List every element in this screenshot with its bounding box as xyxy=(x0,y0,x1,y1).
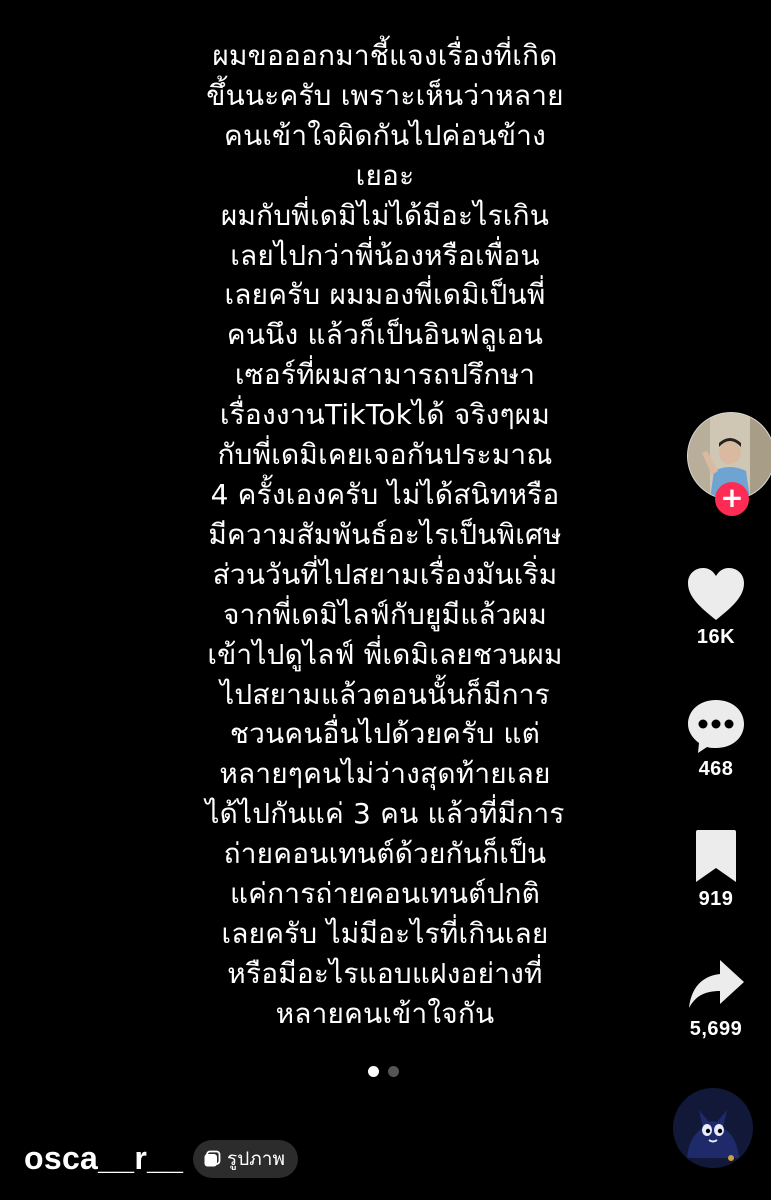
music-disc[interactable] xyxy=(673,1088,753,1168)
caption-line: ชวนคนอื่นไปด้วยครับ แต่ xyxy=(229,717,541,751)
like-count: 16K xyxy=(696,626,736,648)
caption-line: เลยไปกว่าพี่น้องหรือเพื่อน xyxy=(230,238,540,272)
caption-line: เรื่องงานTikTokได้ จริงๆผม xyxy=(219,398,551,432)
post-caption: ผมขอออกมาชี้แจงเรื่องที่เกิดขึ้นนะครับ เ… xyxy=(150,36,620,1034)
share-button[interactable]: 5,699 xyxy=(661,958,771,1041)
caption-line: หลายคนเข้าใจกัน xyxy=(275,996,495,1030)
comment-count: 468 xyxy=(698,758,734,780)
photo-chip-label: รูปภาพ xyxy=(227,1148,285,1170)
share-count: 5,699 xyxy=(689,1018,743,1040)
heart-icon xyxy=(688,568,744,620)
bookmark-count: 919 xyxy=(698,888,734,910)
caption-line: กับพี่เดมิเคยเจอกันประมาณ xyxy=(217,438,553,472)
comment-button[interactable]: 468 xyxy=(661,698,771,781)
carousel-dot-active[interactable] xyxy=(368,1066,379,1077)
caption-line: เข้าไปดูไลฟ์ พี่เดมิเลยชวนผม xyxy=(207,637,563,671)
caption-line: 4 ครั้งเองครับ ไม่ได้สนิทหรือ xyxy=(210,477,560,511)
caption-line: แค่การถ่ายคอนเทนต์ปกติ xyxy=(229,877,541,911)
action-rail: + 16K 468 919 5,699 xyxy=(661,0,771,1200)
caption-line: เซอร์ที่ผมสามารถปรึกษา xyxy=(234,358,536,392)
share-icon xyxy=(689,960,744,1008)
caption-line: ถ่ายคอนเทนต์ด้วยกันก็เป็น xyxy=(223,837,547,871)
photo-icon xyxy=(204,1150,221,1167)
comment-icon xyxy=(688,700,744,753)
caption-line: เยอะ xyxy=(355,158,415,192)
caption-line: คนนึง แล้วก็เป็นอินฟลูเอน xyxy=(226,318,544,352)
bookmark-button[interactable]: 919 xyxy=(661,828,771,911)
caption-line: จากพี่เดมิไลฟ์กับยูมีแล้วผม xyxy=(223,597,547,631)
creator-avatar-group[interactable]: + xyxy=(687,412,771,522)
caption-line: ส่วนวันที่ไปสยามเรื่องมันเริ่ม xyxy=(212,557,558,591)
music-disc-art xyxy=(673,1088,753,1168)
bookmark-icon xyxy=(696,830,736,882)
plus-icon: + xyxy=(720,481,744,514)
caption-line: เลยครับ ผมมองพี่เดมิเป็นพี่ xyxy=(224,278,546,312)
caption-line: มีความสัมพันธ์อะไรเป็นพิเศษ xyxy=(208,517,562,551)
caption-line: ขึ้นนะครับ เพราะเห็นว่าหลาย xyxy=(206,78,564,112)
caption-line: ผมขอออกมาชี้แจงเรื่องที่เกิด xyxy=(212,39,558,72)
caption-line: ผมกับพี่เดมิไม่ได้มีอะไรเกิน xyxy=(220,198,550,232)
caption-line: หลายๆคนไม่ว่างสุดท้ายเลย xyxy=(219,757,551,791)
follow-button[interactable]: + xyxy=(715,482,749,516)
photo-mode-chip[interactable]: รูปภาพ xyxy=(193,1140,298,1178)
caption-line: คนเข้าใจผิดกันไปค่อนข้าง xyxy=(224,118,546,152)
caption-line: ไปสยามแล้วตอนนั้นก็มีการ xyxy=(220,677,550,711)
caption-line: เลยครับ ไม่มีอะไรที่เกินเลย xyxy=(221,916,549,950)
caption-line: ได้ไปกันแค่ 3 คน แล้วที่มีการ xyxy=(205,797,565,831)
like-button[interactable]: 16K xyxy=(661,566,771,649)
carousel-indicator xyxy=(368,1066,399,1077)
caption-line: หรือมีอะไรแอบแฝงอย่างที่ xyxy=(227,956,543,990)
carousel-dot[interactable] xyxy=(388,1066,399,1077)
creator-username[interactable]: osca__r__ xyxy=(24,1140,183,1177)
